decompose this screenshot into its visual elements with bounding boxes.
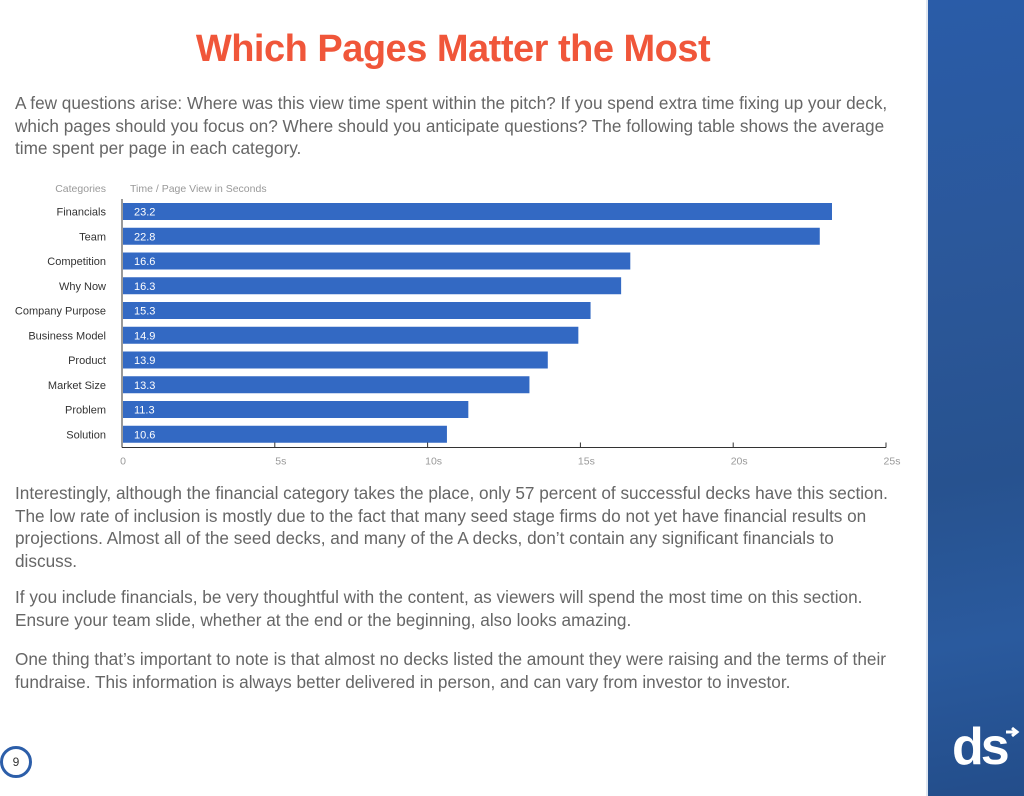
bar [123, 425, 447, 443]
svg-text:ds: ds [952, 718, 1008, 774]
bar-value-label: 16.3 [134, 281, 155, 293]
bar [123, 277, 622, 295]
bar-value-label: 16.6 [134, 256, 155, 268]
category-label: Market Size [48, 380, 106, 392]
advice-paragraph: If you include financials, be very thoug… [15, 587, 863, 630]
x-tick-label: 15s [578, 456, 595, 468]
bar [123, 376, 530, 394]
category-label: Financials [56, 207, 106, 219]
x-tick-label: 10s [425, 456, 442, 468]
category-label: Team [79, 231, 106, 243]
bar [123, 351, 548, 369]
x-tick-label: 25s [884, 456, 901, 468]
bar-value-label: 23.2 [134, 207, 155, 219]
slide-title: Which Pages Matter the Most [195, 28, 711, 70]
category-label: Problem [65, 405, 106, 417]
category-label: Product [68, 355, 106, 367]
category-label: Why Now [59, 281, 106, 293]
bar [123, 326, 579, 344]
bar-value-label: 22.8 [134, 231, 155, 243]
bar [123, 203, 832, 220]
bar-value-label: 13.9 [134, 355, 155, 367]
bar-value-label: 14.9 [134, 330, 155, 342]
bar [123, 302, 591, 319]
intro-paragraph: A few questions arise: Where was this vi… [15, 93, 888, 158]
bar [123, 227, 820, 245]
bar [123, 401, 469, 418]
category-header: Categories [55, 183, 106, 195]
time-per-page-chart: Categories Time / Page View in Seconds F… [15, 183, 901, 468]
category-label: Competition [47, 256, 106, 268]
x-tick-label: 20s [731, 456, 748, 468]
bar-value-label: 15.3 [134, 306, 155, 318]
page-number-badge: 9 [0, 746, 32, 778]
bar-value-label: 11.3 [134, 405, 155, 417]
value-header: Time / Page View in Seconds [130, 183, 267, 195]
x-tick-label: 0 [120, 456, 126, 468]
bar [123, 252, 631, 270]
bar-value-label: 10.6 [134, 429, 155, 441]
fundraise-paragraph: One thing that’s important to note is th… [15, 649, 886, 692]
bar-value-label: 13.3 [134, 380, 155, 392]
x-tick-label: 5s [275, 456, 286, 468]
category-label: Business Model [28, 330, 106, 342]
ds-logo-icon: ds [952, 718, 1020, 774]
brand-sidebar [928, 0, 1024, 796]
category-label: Solution [66, 429, 106, 441]
financials-paragraph: Interestingly, although the financial ca… [15, 483, 888, 571]
category-label: Company Purpose [15, 306, 106, 318]
